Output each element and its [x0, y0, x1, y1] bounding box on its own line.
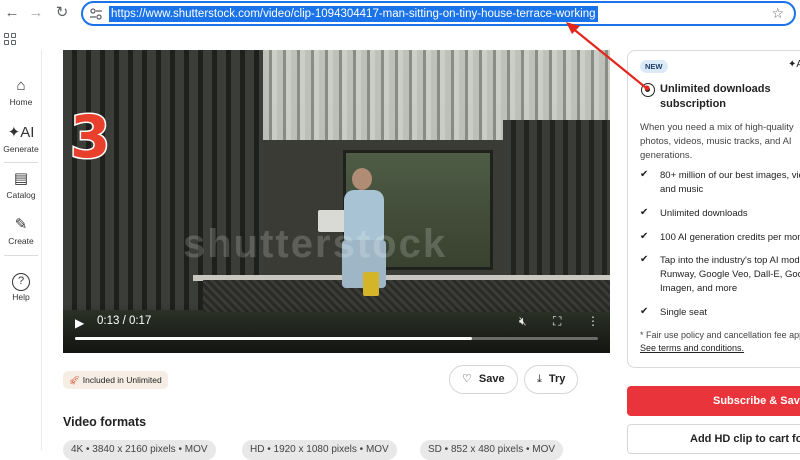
nav-item-help[interactable]: ? Help: [0, 271, 42, 302]
check-icon: ✔: [640, 169, 649, 180]
nav-divider: [4, 162, 38, 163]
yellow-stool: [363, 272, 379, 296]
check-icon: ✔: [640, 207, 649, 218]
site-info-icon[interactable]: [89, 7, 103, 21]
feature-text: 80+ million of our best images, videos a…: [660, 170, 800, 195]
check-icon: ✔: [640, 254, 649, 265]
url-text[interactable]: https://www.shutterstock.com/video/clip-…: [109, 6, 598, 22]
badge-label: Included in Unlimited: [82, 375, 162, 385]
video-formats-title: Video formats: [63, 415, 147, 429]
forward-icon[interactable]: →: [27, 4, 45, 22]
nav-label-catalog: Catalog: [6, 190, 36, 200]
plan-radio[interactable]: [641, 83, 655, 97]
check-icon: ✔: [640, 306, 649, 317]
fine-print-text: * Fair use policy and cancellation fee a…: [640, 330, 800, 340]
nav-label-generate: Generate: [3, 144, 39, 154]
catalog-icon: ▤: [13, 170, 29, 187]
download-icon: ⤓: [537, 373, 542, 385]
nav-item-create[interactable]: ✎ Create: [0, 215, 42, 246]
check-icon: ✔: [640, 231, 649, 242]
plan-description: When you need a mix of high-quality phot…: [640, 122, 794, 161]
bookmarks-bar: [0, 28, 800, 50]
browser-toolbar: ← → ↻ https://www.shutterstock.com/video…: [0, 0, 800, 28]
step-number-annotation: 3: [68, 103, 111, 171]
fine-print: * Fair use policy and cancellation fee a…: [640, 329, 800, 355]
watermark: shutterstock: [183, 222, 448, 266]
nav-label-create: Create: [8, 236, 34, 246]
heart-icon: ♡: [462, 373, 472, 385]
included-unlimited-badge: 🚀︎ Included in Unlimited: [63, 371, 168, 389]
mute-icon[interactable]: 🔇︎: [519, 314, 527, 329]
play-icon[interactable]: ▶: [75, 316, 84, 330]
create-icon: ✎: [14, 216, 28, 233]
try-button[interactable]: ⤓ Try: [524, 365, 579, 394]
subscription-panel: NEW ✦AI Unlimited downloads subscription…: [627, 50, 800, 368]
nav-label-help: Help: [12, 292, 30, 302]
fullscreen-icon[interactable]: ⛶: [553, 314, 561, 329]
ai-sparkle-icon: ✦AI: [788, 59, 800, 70]
feature-text: Unlimited downloads: [660, 208, 748, 219]
apps-grid-icon[interactable]: [4, 33, 16, 45]
help-icon: ?: [12, 273, 30, 291]
nav-item-generate[interactable]: ✦AI Generate: [0, 123, 42, 154]
format-chip-4k[interactable]: 4K • 3840 x 2160 pixels • MOV: [63, 440, 216, 460]
feature-text: 100 AI generation credits per month: [660, 232, 800, 243]
video-player[interactable]: shutterstock ▶ 0:13 / 0:17 🔇︎ ⛶ ⋮: [63, 50, 610, 353]
more-options-icon[interactable]: ⋮: [587, 314, 599, 328]
video-progress-fill: [75, 337, 473, 340]
address-bar[interactable]: https://www.shutterstock.com/video/clip-…: [81, 1, 796, 26]
nav-label-home: Home: [9, 97, 33, 107]
save-label: Save: [478, 373, 505, 385]
left-nav: ⌂ Home ✦AI Generate ▤ Catalog ✎ Create ?…: [0, 50, 42, 450]
try-label: Try: [548, 373, 566, 385]
feature-text: Single seat: [660, 307, 708, 318]
video-progress-bar[interactable]: [75, 337, 598, 340]
back-icon[interactable]: ←: [3, 4, 21, 22]
ai-sparkle-icon: ✦AI: [7, 124, 35, 141]
nav-item-catalog[interactable]: ▤ Catalog: [0, 169, 42, 200]
terms-link[interactable]: See terms and conditions.: [640, 343, 744, 353]
wood-slats-left: [63, 50, 263, 310]
video-controls: ▶ 0:13 / 0:17 🔇︎ ⛶ ⋮: [63, 303, 610, 353]
feature-text: Tap into the industry's top AI models li…: [660, 255, 800, 294]
subscribe-save-button[interactable]: Subscribe & Save: [627, 386, 800, 416]
plan-title: Unlimited downloads subscription: [660, 83, 771, 110]
home-icon: ⌂: [16, 77, 26, 94]
reload-icon[interactable]: ↻: [53, 4, 71, 22]
nav-divider: [4, 255, 38, 256]
video-time: 0:13 / 0:17: [97, 315, 152, 327]
format-chip-sd[interactable]: SD • 852 x 480 pixels • MOV: [420, 440, 564, 460]
format-chip-hd[interactable]: HD • 1920 x 1080 pixels • MOV: [242, 440, 397, 460]
bookmark-star-icon[interactable]: ☆: [771, 5, 784, 22]
new-badge: NEW: [640, 60, 668, 73]
rocket-icon: 🚀︎: [69, 375, 80, 385]
save-button[interactable]: ♡ Save: [449, 365, 518, 394]
nav-item-home[interactable]: ⌂ Home: [0, 76, 42, 107]
